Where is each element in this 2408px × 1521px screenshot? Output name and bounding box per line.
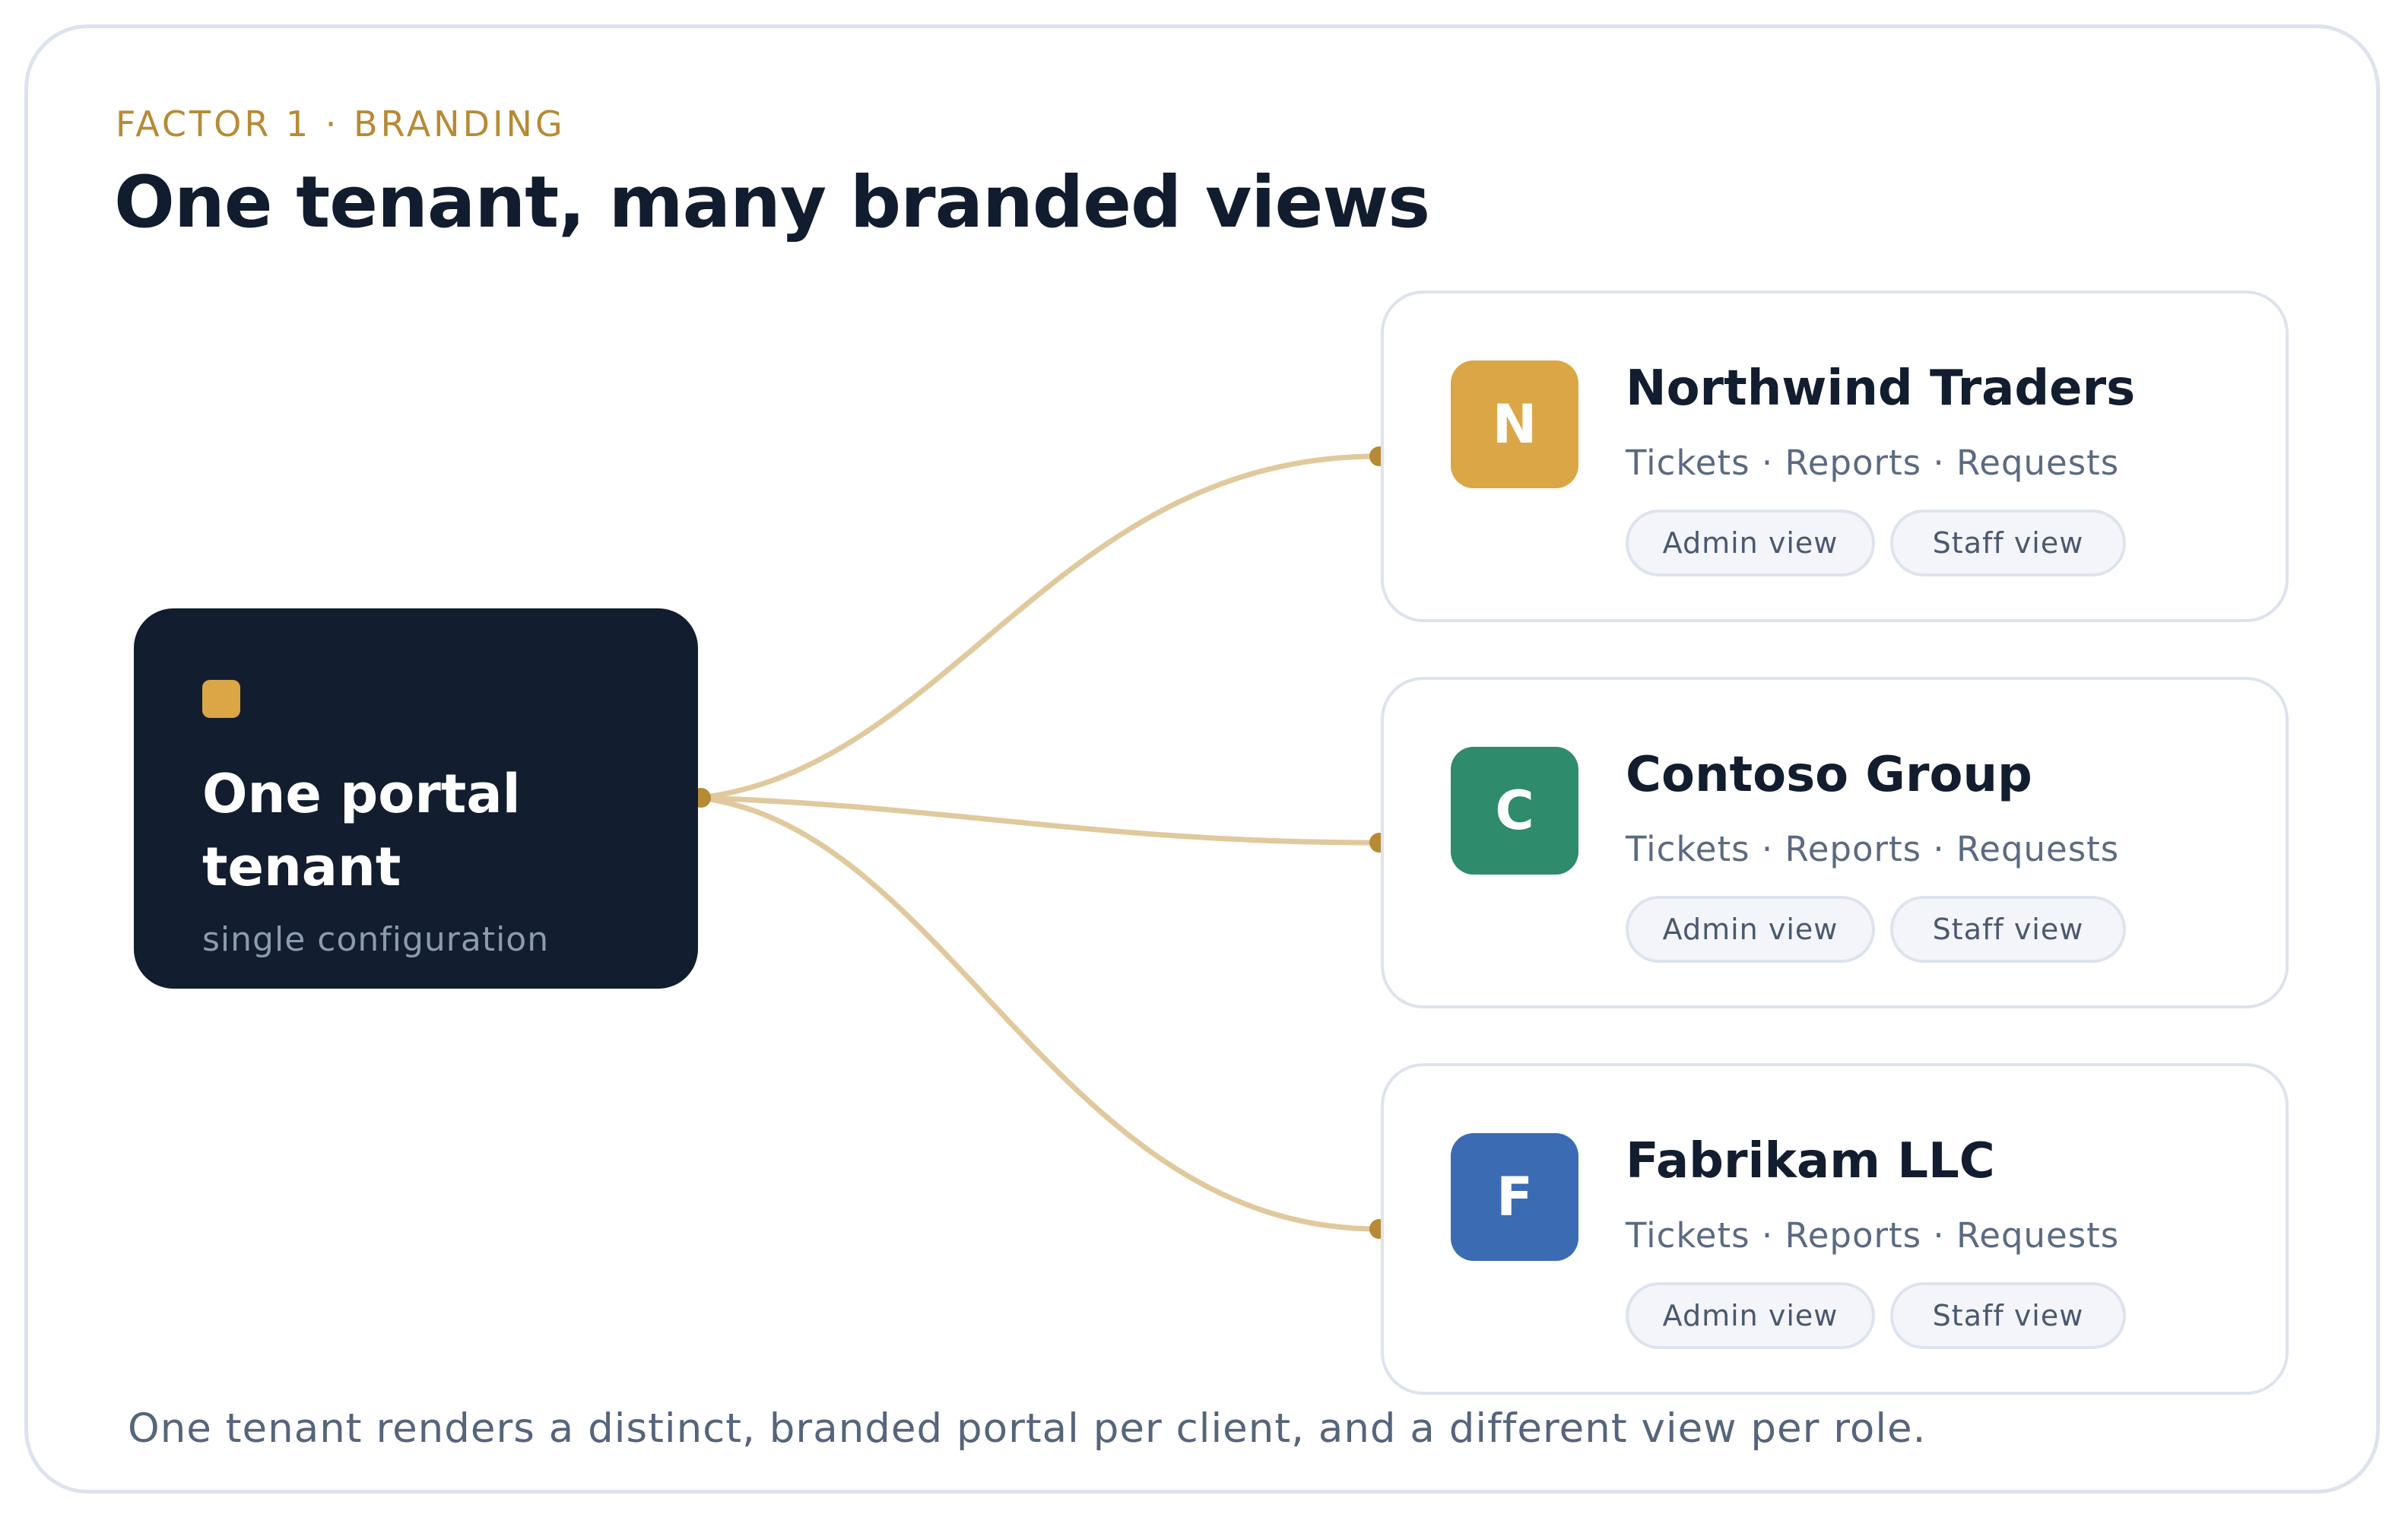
staff-view-pill: Staff view — [1890, 896, 2126, 963]
client-card-fabrikam: F Fabrikam LLC Tickets · Reports · Reque… — [1381, 1063, 2289, 1395]
client-features: Tickets · Reports · Requests — [1626, 443, 2120, 483]
hub-subtitle: single configuration — [202, 920, 550, 959]
client-features: Tickets · Reports · Requests — [1626, 829, 2120, 869]
client-card-contoso: C Contoso Group Tickets · Reports · Requ… — [1381, 677, 2289, 1008]
hub-title: One portal tenant — [202, 763, 521, 898]
client-name: Fabrikam LLC — [1626, 1133, 1995, 1189]
client-name: Northwind Traders — [1626, 360, 2136, 417]
connector-contoso — [699, 795, 1378, 846]
client-features: Tickets · Reports · Requests — [1626, 1215, 2120, 1256]
admin-view-pill: Admin view — [1626, 896, 1875, 963]
hub-node: One portal tenant single configuration — [134, 608, 698, 989]
client-name: Contoso Group — [1626, 747, 2032, 803]
client-logo-icon: F — [1451, 1133, 1578, 1261]
hub-accent-icon — [202, 680, 240, 718]
staff-view-pill: Staff view — [1890, 1282, 2126, 1349]
admin-view-pill: Admin view — [1626, 1282, 1875, 1349]
connector-fabrikam — [699, 795, 1378, 1232]
client-logo-icon: C — [1451, 747, 1578, 875]
connector-northwind — [699, 453, 1378, 801]
client-card-northwind: N Northwind Traders Tickets · Reports · … — [1381, 291, 2289, 622]
client-logo-icon: N — [1451, 360, 1578, 488]
staff-view-pill: Staff view — [1890, 510, 2126, 576]
admin-view-pill: Admin view — [1626, 510, 1875, 576]
diagram-caption: One tenant renders a distinct, branded p… — [128, 1405, 1927, 1452]
